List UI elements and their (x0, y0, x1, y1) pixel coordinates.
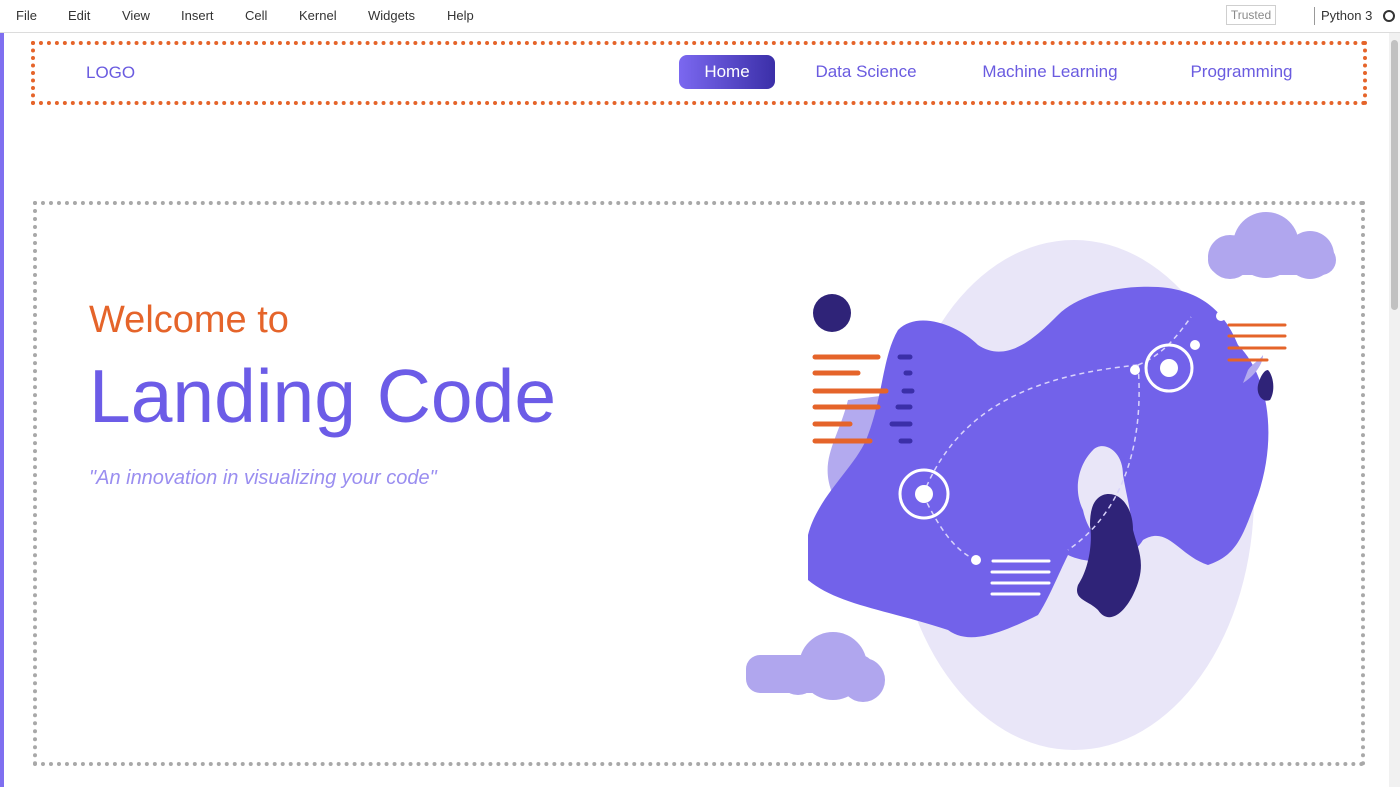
nav-link-home[interactable]: Home (679, 55, 775, 89)
menu-widgets[interactable]: Widgets (368, 8, 415, 23)
hero-section: Welcome to Landing Code "An innovation i… (33, 201, 1365, 766)
menu-cell[interactable]: Cell (245, 8, 267, 23)
menu-edit[interactable]: Edit (68, 8, 90, 23)
trusted-indicator[interactable]: Trusted (1226, 5, 1276, 25)
hero-title: Landing Code (89, 354, 557, 438)
cloud-icon (746, 632, 885, 702)
nav-link-data-science[interactable]: Data Science (801, 55, 931, 89)
notebook-menubar: File Edit View Insert Cell Kernel Widget… (0, 0, 1400, 33)
site-navbar: LOGO Home Data Science Machine Learning … (31, 41, 1367, 105)
menu-help[interactable]: Help (447, 8, 474, 23)
hero-tagline: "An innovation in visualizing your code" (89, 467, 437, 489)
kernel-name[interactable]: Python 3 (1321, 8, 1372, 23)
nav-link-machine-learning[interactable]: Machine Learning (970, 55, 1130, 89)
menu-view[interactable]: View (122, 8, 150, 23)
kernel-status-icon (1383, 10, 1395, 22)
menu-insert[interactable]: Insert (181, 8, 214, 23)
menu-file[interactable]: File (16, 8, 37, 23)
site-logo[interactable]: LOGO (86, 63, 135, 83)
menu-kernel[interactable]: Kernel (299, 8, 337, 23)
scrollbar-thumb[interactable] (1391, 40, 1398, 310)
world-map-illustration (746, 212, 1336, 750)
cloud-icon (1208, 212, 1336, 279)
kernel-divider (1314, 7, 1315, 25)
selected-cell-indicator (0, 33, 4, 787)
hero-welcome: Welcome to (89, 299, 289, 341)
nav-link-programming[interactable]: Programming (1174, 55, 1309, 89)
